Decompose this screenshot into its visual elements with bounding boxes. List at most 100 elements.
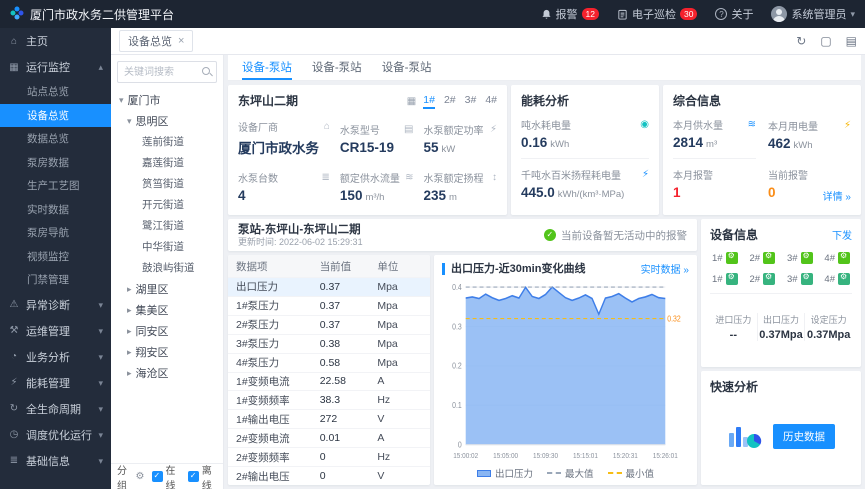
online-checkbox[interactable]: 在线 <box>152 462 181 489</box>
sidebar-subitem[interactable]: 实时数据 <box>0 198 111 222</box>
tree-node-district[interactable]: 翔安区 <box>111 341 223 362</box>
sidebar-group-monitoring[interactable]: ▦ 运行监控 <box>0 54 111 80</box>
sidebar-subitem[interactable]: 数据总览 <box>0 127 111 151</box>
tree-node-street[interactable]: 开元街道 <box>111 194 223 215</box>
vfd-status[interactable]: 2# <box>749 273 775 285</box>
svg-text:15:20:31: 15:20:31 <box>613 453 638 460</box>
search-box <box>117 61 217 83</box>
sidebar-subitem[interactable]: 设备总览 <box>0 104 111 128</box>
tab-device-overview[interactable]: 设备总览 <box>119 30 193 52</box>
table-row[interactable]: 出口压力 0.37 Mpa <box>228 277 430 296</box>
stat-label: 进口压力 <box>715 313 751 326</box>
table-row[interactable]: 2#泵压力 0.37 Mpa <box>228 315 430 334</box>
sidebar-subitem[interactable]: 泵房导航 <box>0 221 111 245</box>
station-tab[interactable]: 设备-泵站 <box>312 55 362 80</box>
sidebar-subitem[interactable]: 泵房数据 <box>0 151 111 175</box>
refresh-icon[interactable]: ↻ <box>796 34 806 48</box>
pump-tab[interactable]: 2# <box>444 93 456 109</box>
tree-node-street[interactable]: 筼筜街道 <box>111 173 223 194</box>
tree-node-street[interactable]: 鹭江街道 <box>111 215 223 236</box>
fullscreen-icon[interactable]: ▢ <box>820 34 831 48</box>
clipboard-icon <box>617 9 628 20</box>
table-row[interactable]: 1#输出电压 272 V <box>228 409 430 428</box>
tree-node-district[interactable]: 湖里区 <box>111 278 223 299</box>
pump-status[interactable]: 4# <box>824 252 850 264</box>
svg-text:15:15:01: 15:15:01 <box>573 453 598 460</box>
group-button[interactable]: 分组 <box>117 462 145 489</box>
sidebar-subitem[interactable]: 生产工艺图 <box>0 174 111 198</box>
sidebar-group[interactable]: ⚡ 能耗管理 <box>0 370 111 396</box>
device-stats: 进口压力 -- 出口压力 0.37Mpa 设定压力 0.37Mpa <box>710 293 852 360</box>
tree-node-label: 思明区 <box>136 113 169 129</box>
sidebar-group[interactable]: ⚒ 运维管理 <box>0 318 111 344</box>
cell-unit: Mpa <box>377 300 422 312</box>
close-icon[interactable] <box>178 35 184 47</box>
pump-status[interactable]: 3# <box>787 252 813 264</box>
tree-node-district[interactable]: 集美区 <box>111 299 223 320</box>
layout-icon[interactable]: ▤ <box>846 34 857 48</box>
sidebar-subitem[interactable]: 门禁管理 <box>0 268 111 292</box>
spec-label: 水泵额定功率 <box>423 122 483 137</box>
history-data-button[interactable]: 历史数据 <box>773 424 835 449</box>
tree-node-street[interactable]: 中华街道 <box>111 236 223 257</box>
offline-checkbox[interactable]: 离线 <box>188 462 217 489</box>
sidebar-group[interactable]: ◷ 调度优化运行 <box>0 422 111 448</box>
pump-tab[interactable]: 1# <box>423 93 435 109</box>
cell-item: 3#泵压力 <box>236 336 320 351</box>
table-row[interactable]: 1#变频电流 22.58 A <box>228 372 430 391</box>
tree-node-city[interactable]: 厦门市 <box>111 89 223 110</box>
user-menu[interactable]: 系统管理员 <box>771 6 855 22</box>
sidebar-group[interactable]: ≣ 基础信息 <box>0 448 111 474</box>
sidebar-group[interactable]: ◔ 业务分析 <box>0 344 111 370</box>
pressure-area-chart[interactable]: 00.10.20.30.40.3215:00:0215:05:0015:09:3… <box>442 278 689 465</box>
cell-item: 1#变频频率 <box>236 393 320 408</box>
vfd-status[interactable]: 4# <box>824 273 850 285</box>
inspection-button[interactable]: 电子巡检 30 <box>617 6 697 22</box>
legend-item[interactable]: 出口压力 <box>477 466 533 480</box>
table-row[interactable]: 1#泵压力 0.37 Mpa <box>228 296 430 315</box>
tree-node-street[interactable]: 鼓浪屿街道 <box>111 257 223 278</box>
pump-tab[interactable]: 4# <box>485 93 497 109</box>
legend-item[interactable]: 最大值 <box>547 466 594 480</box>
station-tab[interactable]: 设备-泵站 <box>382 55 432 80</box>
dispatch-link[interactable]: 下发 <box>832 227 852 242</box>
table-row[interactable]: 2#变频电流 0.01 A <box>228 428 430 447</box>
user-name: 系统管理员 <box>791 6 846 22</box>
detail-link[interactable]: 详情 » <box>823 188 851 203</box>
vfd-icon <box>763 273 775 285</box>
pump-status[interactable]: 2# <box>749 252 775 264</box>
tree-node-street[interactable]: 莲前街道 <box>111 131 223 152</box>
about-button[interactable]: 关于 <box>715 6 753 22</box>
search-icon[interactable] <box>202 67 210 75</box>
cell-unit: Hz <box>377 394 422 406</box>
svg-text:0.4: 0.4 <box>452 282 462 292</box>
sidebar-group[interactable]: ⚠ 异常诊断 <box>0 292 111 318</box>
sidebar-subitem[interactable]: 站点总览 <box>0 80 111 104</box>
sidebar-group-label: 调度优化运行 <box>26 427 92 443</box>
table-row[interactable]: 3#泵压力 0.38 Mpa <box>228 334 430 353</box>
tree-node-street[interactable]: 嘉莲街道 <box>111 152 223 173</box>
sidebar-subitem[interactable]: 视频监控 <box>0 245 111 269</box>
realtime-data-link[interactable]: 实时数据 » <box>641 261 689 276</box>
table-row[interactable]: 2#输出电压 0 V <box>228 466 430 485</box>
spec-label: 水泵台数 <box>238 170 278 185</box>
pump-tab[interactable]: 3# <box>465 93 477 109</box>
tree-node-district-open[interactable]: 思明区 <box>111 110 223 131</box>
table-row[interactable]: 4#泵压力 0.58 Mpa <box>228 353 430 372</box>
table-row[interactable]: 2#变频频率 0 Hz <box>228 447 430 466</box>
chart-title: 出口压力-近30min变化曲线 <box>442 263 585 275</box>
legend-item[interactable]: 最小值 <box>608 466 655 480</box>
tree-node-district[interactable]: 海沧区 <box>111 362 223 383</box>
vfd-status[interactable]: 1# <box>712 273 738 285</box>
vfd-icon <box>726 273 738 285</box>
vfd-status[interactable]: 3# <box>787 273 813 285</box>
metric-label: 本月用电量 <box>768 118 818 133</box>
sidebar-group[interactable]: ↻ 全生命周期 <box>0 396 111 422</box>
table-row[interactable]: 1#变频频率 38.3 Hz <box>228 390 430 409</box>
legend-swatch <box>477 470 491 477</box>
pump-status[interactable]: 1# <box>712 252 738 264</box>
alarm-button[interactable]: 报警 12 <box>541 6 599 22</box>
sidebar-item-home[interactable]: ⌂ 主页 <box>0 28 111 54</box>
tree-node-district[interactable]: 同安区 <box>111 320 223 341</box>
station-tab[interactable]: 设备-泵站 <box>242 55 292 80</box>
